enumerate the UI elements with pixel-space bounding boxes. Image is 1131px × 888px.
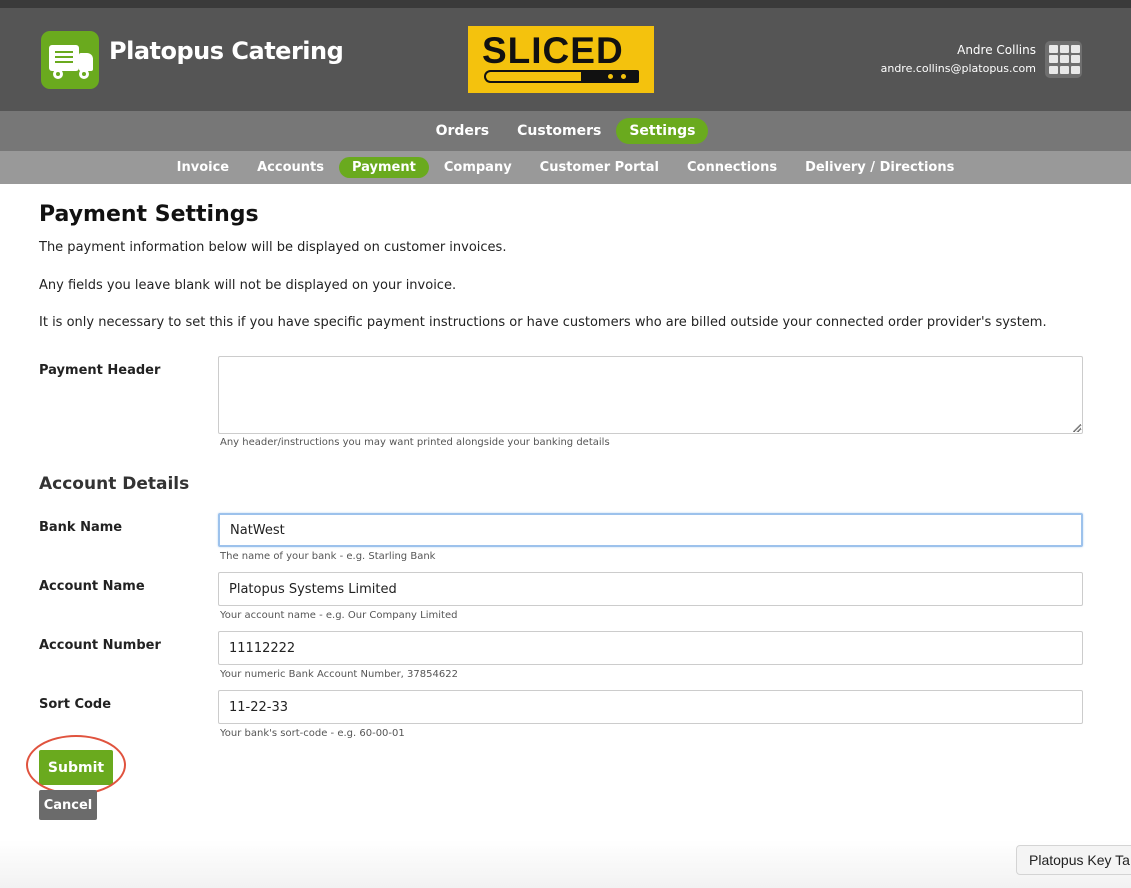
user-email[interactable]: andre.collins@platopus.com [881, 62, 1036, 75]
settings-subnav: Invoice Accounts Payment Company Custome… [0, 151, 1131, 184]
bank-name-input[interactable] [218, 513, 1083, 547]
payment-header-help: Any header/instructions you may want pri… [220, 437, 610, 448]
tab-connections[interactable]: Connections [674, 157, 790, 178]
sort-code-help: Your bank's sort-code - e.g. 60-00-01 [220, 728, 405, 739]
cancel-button[interactable]: Cancel [39, 790, 97, 820]
tab-payment[interactable]: Payment [338, 157, 429, 178]
page-footer [0, 840, 1131, 888]
nav-settings[interactable]: Settings [616, 118, 709, 144]
app-grid-icon[interactable] [1045, 41, 1082, 78]
account-name-label: Account Name [39, 579, 145, 594]
payment-header-label: Payment Header [39, 363, 161, 378]
sort-code-label: Sort Code [39, 697, 112, 712]
browser-top-strip [0, 0, 1131, 8]
sort-code-input[interactable] [218, 690, 1083, 724]
account-number-help: Your numeric Bank Account Number, 378546… [220, 669, 458, 680]
intro-line-1: The payment information below will be di… [39, 240, 507, 255]
app-header: Platopus Catering SLICED Andre Collins a… [0, 8, 1131, 111]
intro-line-3: It is only necessary to set this if you … [39, 315, 1047, 330]
account-number-label: Account Number [39, 638, 161, 653]
primary-nav: Orders Customers Settings [0, 111, 1131, 151]
tab-delivery-directions[interactable]: Delivery / Directions [792, 157, 967, 178]
page-title: Payment Settings [39, 202, 259, 227]
platopus-key-tab[interactable]: Platopus Key Ta [1016, 845, 1131, 875]
tab-company[interactable]: Company [431, 157, 525, 178]
intro-line-2: Any fields you leave blank will not be d… [39, 278, 457, 293]
account-name-help: Your account name - e.g. Our Company Lim… [220, 610, 458, 621]
tab-invoice[interactable]: Invoice [164, 157, 242, 178]
partner-logo: SLICED [468, 26, 654, 93]
nav-customers[interactable]: Customers [504, 118, 614, 144]
bank-name-label: Bank Name [39, 520, 123, 535]
payment-header-textarea[interactable] [218, 356, 1083, 434]
brand-name[interactable]: Platopus Catering [109, 37, 344, 65]
tab-accounts[interactable]: Accounts [244, 157, 337, 178]
bank-name-help: The name of your bank - e.g. Starling Ba… [220, 551, 436, 562]
partner-logo-text: SLICED [482, 30, 624, 71]
platopus-logo-icon[interactable] [41, 31, 99, 89]
resize-handle-icon[interactable] [1073, 424, 1081, 432]
tab-customer-portal[interactable]: Customer Portal [527, 157, 672, 178]
account-name-input[interactable] [218, 572, 1083, 606]
submit-button[interactable]: Submit [39, 750, 113, 785]
account-number-input[interactable] [218, 631, 1083, 665]
user-name[interactable]: Andre Collins [957, 43, 1036, 57]
nav-orders[interactable]: Orders [423, 118, 503, 144]
account-details-heading: Account Details [39, 474, 190, 494]
